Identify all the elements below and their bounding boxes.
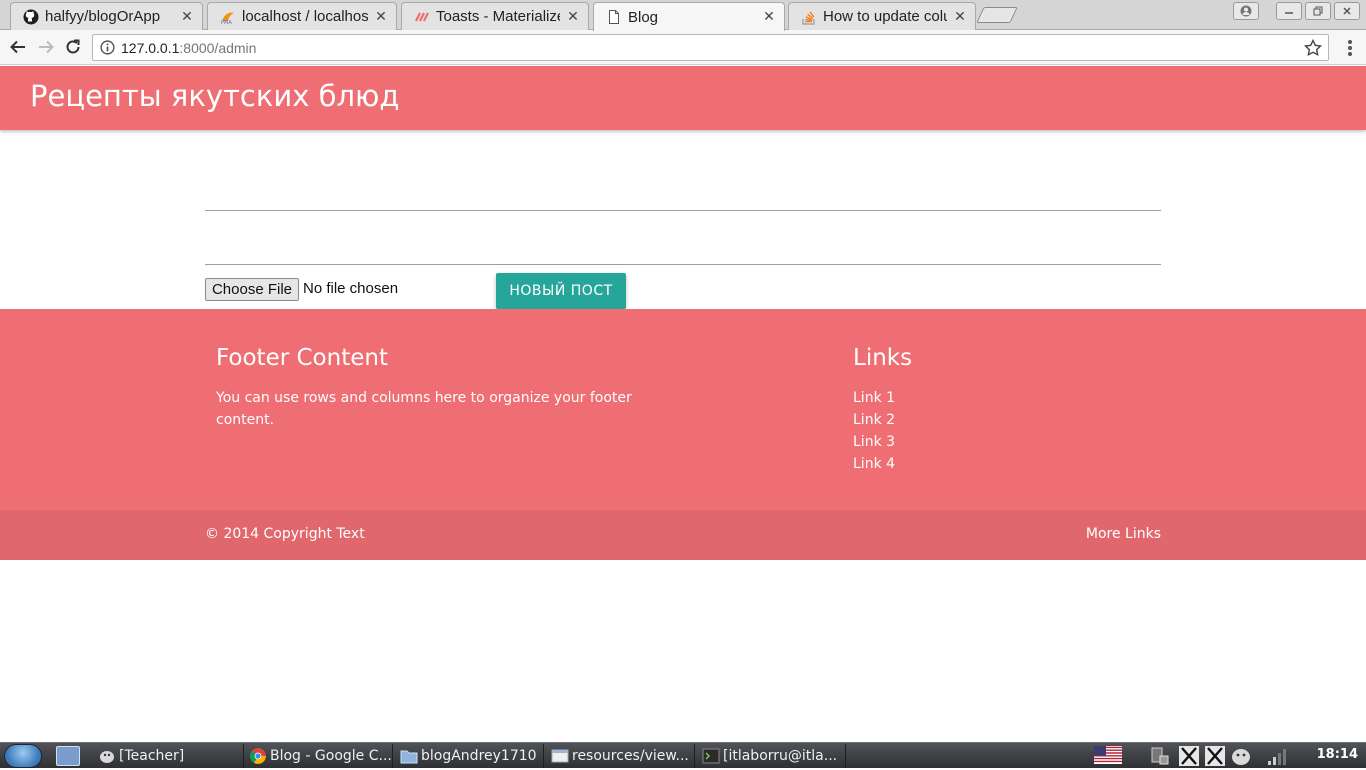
- browser-toolbar: 127.0.0.1:8000/admin: [0, 30, 1366, 65]
- copyright-text: © 2014 Copyright Text: [205, 526, 365, 542]
- taskbar: [Teacher] Blog - Google C... blogAndrey1…: [0, 742, 1366, 768]
- start-menu-icon[interactable]: [4, 744, 42, 768]
- clock[interactable]: 18:14: [1317, 747, 1358, 762]
- signal-strength-icon[interactable]: [1266, 746, 1288, 766]
- tab-title: Toasts - Materialize: [436, 8, 560, 25]
- x-window-icon[interactable]: [1178, 746, 1200, 766]
- minimize-button[interactable]: [1276, 2, 1302, 20]
- page-viewport: Рецепты якутских блюд Choose File No fil…: [0, 66, 1366, 742]
- footer-text: You can use rows and columns here to org…: [216, 390, 632, 428]
- task-label: Blog - Google C...: [270, 748, 392, 764]
- info-icon[interactable]: [93, 40, 121, 55]
- title-input[interactable]: [205, 210, 1161, 211]
- task-editor[interactable]: resources/view...: [549, 744, 695, 768]
- new-post-button[interactable]: НОВЫЙ ПОСТ: [496, 273, 626, 309]
- url-path: :8000/admin: [179, 39, 257, 56]
- task-label: resources/view...: [572, 748, 689, 764]
- folder-icon: [400, 747, 418, 765]
- profile-icon[interactable]: [1233, 2, 1259, 20]
- page-footer: Footer Content You can use rows and colu…: [0, 309, 1366, 560]
- more-links-link[interactable]: More Links: [1086, 526, 1161, 542]
- file-status-text: No file chosen: [303, 280, 399, 297]
- task-label: [Teacher]: [119, 748, 185, 764]
- window-close-button[interactable]: [1334, 2, 1360, 20]
- close-icon[interactable]: ✕: [953, 9, 967, 25]
- task-chrome[interactable]: Blog - Google C...: [247, 744, 393, 768]
- choose-file-button[interactable]: Choose File: [205, 278, 299, 301]
- footer-link[interactable]: Link 1: [853, 387, 895, 409]
- task-folder[interactable]: blogAndrey1710: [398, 744, 544, 768]
- stackoverflow-icon: [801, 9, 817, 25]
- svg-text:PMA: PMA: [221, 20, 232, 25]
- show-desktop-icon[interactable]: [56, 746, 80, 766]
- close-icon[interactable]: ✕: [566, 9, 580, 25]
- editor-icon: [551, 747, 569, 765]
- chrome-icon: [249, 747, 267, 765]
- forward-arrow-icon[interactable]: [35, 36, 57, 58]
- tab-materialize[interactable]: Toasts - Materialize ✕: [401, 2, 589, 30]
- close-icon[interactable]: ✕: [180, 9, 194, 25]
- tab-stackoverflow[interactable]: How to update colu ✕: [788, 2, 976, 30]
- materialize-icon: [414, 9, 430, 25]
- address-bar[interactable]: 127.0.0.1:8000/admin: [92, 34, 1329, 61]
- task-label: [itlaborru@itla...: [723, 748, 838, 764]
- bookmark-star-icon[interactable]: [1303, 38, 1323, 58]
- body-input[interactable]: [205, 264, 1161, 265]
- task-label: blogAndrey1710: [421, 748, 537, 764]
- network-manager-icon[interactable]: [1148, 746, 1172, 766]
- window-controls: [1233, 2, 1366, 22]
- tab-title: localhost / localhos: [242, 8, 368, 25]
- pidgin-icon: [98, 747, 116, 765]
- keyboard-layout-flag-icon[interactable]: [1094, 746, 1122, 766]
- github-icon: [23, 9, 39, 25]
- tab-phpmyadmin[interactable]: PMA localhost / localhos ✕: [207, 2, 397, 30]
- tab-title: Blog: [628, 8, 659, 26]
- close-icon[interactable]: ✕: [374, 9, 388, 25]
- messenger-tray-icon[interactable]: [1230, 746, 1252, 766]
- footer-link[interactable]: Link 4: [853, 453, 895, 475]
- url-host: 127.0.0.1: [121, 39, 180, 56]
- tab-strip: halfyy/blogOrApp ✕ PMA localhost / local…: [0, 0, 1366, 31]
- reload-icon[interactable]: [62, 36, 84, 58]
- tab-title: How to update colu: [823, 8, 947, 25]
- task-teacher[interactable]: [Teacher]: [96, 744, 244, 768]
- links-heading: Links: [853, 345, 913, 371]
- site-header: Рецепты якутских блюд: [0, 66, 1366, 130]
- tab-blog[interactable]: Blog ✕: [593, 2, 785, 31]
- task-terminal[interactable]: [itlaborru@itla...: [700, 744, 846, 768]
- terminal-icon: [702, 747, 720, 765]
- phpmyadmin-icon: PMA: [220, 9, 236, 25]
- back-arrow-icon[interactable]: [7, 36, 29, 58]
- restore-button[interactable]: [1305, 2, 1331, 20]
- document-icon: [606, 9, 622, 25]
- new-tab-button[interactable]: [976, 7, 1018, 23]
- footer-link[interactable]: Link 2: [853, 409, 895, 431]
- footer-heading: Footer Content: [216, 345, 388, 371]
- footer-link[interactable]: Link 3: [853, 431, 895, 453]
- tab-github[interactable]: halfyy/blogOrApp ✕: [10, 2, 203, 30]
- close-icon[interactable]: ✕: [762, 9, 776, 25]
- footer-links: Link 1 Link 2 Link 3 Link 4: [853, 387, 895, 475]
- footer-copyright-bar: © 2014 Copyright Text More Links: [0, 510, 1366, 560]
- x-window-icon[interactable]: [1204, 746, 1226, 766]
- site-title[interactable]: Рецепты якутских блюд: [30, 79, 399, 113]
- browser-menu-icon[interactable]: [1342, 38, 1358, 58]
- tab-title: halfyy/blogOrApp: [45, 8, 161, 25]
